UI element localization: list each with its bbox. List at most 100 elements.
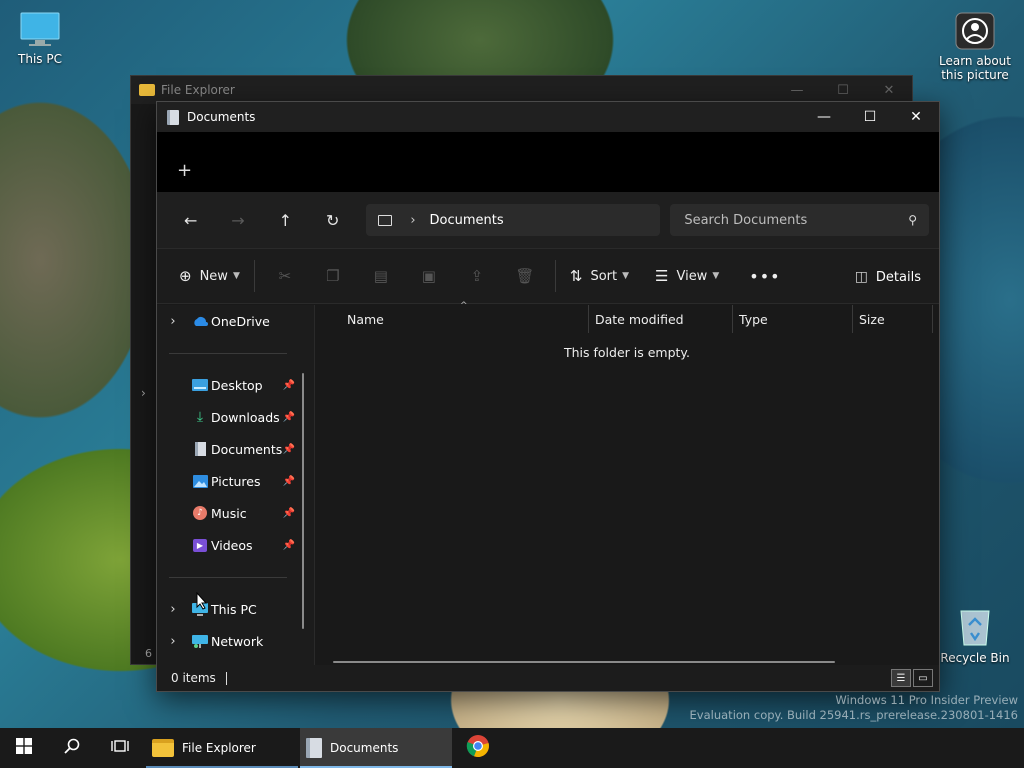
navigation-pane[interactable]: › OneDrive Desktop 📌 ⤓ Downloads 📌 Docum… bbox=[157, 305, 315, 667]
nav-scrollbar[interactable] bbox=[302, 373, 304, 629]
task-view-icon bbox=[111, 738, 129, 758]
taskbar-app-label: Documents bbox=[330, 741, 399, 755]
chevron-right-icon[interactable]: › bbox=[157, 634, 189, 649]
nav-divider bbox=[169, 577, 287, 578]
window-title: Documents bbox=[187, 110, 256, 124]
cloud-icon bbox=[189, 316, 211, 326]
column-header-name[interactable]: Name bbox=[341, 305, 589, 333]
minimize-button[interactable]: — bbox=[801, 102, 847, 132]
forward-button[interactable]: → bbox=[214, 200, 261, 240]
rename-button[interactable]: ▣ bbox=[405, 258, 453, 294]
column-label: Size bbox=[859, 311, 885, 327]
ellipsis-icon: ••• bbox=[749, 266, 781, 286]
clipboard-icon: ▤ bbox=[373, 267, 388, 285]
up-button[interactable]: ↑ bbox=[262, 200, 309, 240]
desktop-icon-label: Recycle Bin bbox=[940, 651, 1010, 665]
close-button[interactable]: ✕ bbox=[866, 83, 912, 98]
breadcrumb-documents[interactable]: Documents bbox=[430, 213, 504, 228]
pictures-icon bbox=[189, 474, 211, 488]
tiles-view-icon: ▭ bbox=[918, 672, 928, 684]
explorer-body: › OneDrive Desktop 📌 ⤓ Downloads 📌 Docum… bbox=[157, 301, 939, 667]
nav-item-onedrive[interactable]: › OneDrive bbox=[157, 307, 305, 335]
address-bar[interactable]: › Documents bbox=[366, 204, 661, 236]
column-header-date-modified[interactable]: Date modified bbox=[589, 305, 733, 333]
horizontal-scrollbar[interactable] bbox=[333, 661, 835, 663]
build-watermark: Windows 11 Pro Insider Preview Evaluatio… bbox=[690, 693, 1018, 723]
folder-icon bbox=[139, 84, 155, 96]
paste-button[interactable]: ▤ bbox=[357, 258, 405, 294]
view-label: View bbox=[676, 268, 708, 284]
nav-item-downloads[interactable]: ⤓ Downloads 📌 bbox=[157, 403, 305, 431]
document-icon bbox=[189, 442, 211, 456]
recycle-bin-icon bbox=[955, 605, 995, 647]
trash-icon: 🗑 bbox=[515, 267, 535, 285]
pin-icon: 📌 bbox=[282, 411, 295, 423]
nav-item-network[interactable]: › Network bbox=[157, 627, 305, 655]
task-view-button[interactable] bbox=[96, 728, 144, 768]
copy-button[interactable]: ❐ bbox=[309, 258, 357, 294]
nav-item-desktop[interactable]: Desktop 📌 bbox=[157, 371, 305, 399]
new-button[interactable]: ⊕ New ▼ bbox=[171, 258, 248, 294]
nav-item-documents[interactable]: Documents 📌 bbox=[157, 435, 305, 463]
cut-button[interactable]: ✂ bbox=[261, 258, 309, 294]
chevron-down-icon: ▼ bbox=[232, 271, 240, 281]
nav-item-pictures[interactable]: Pictures 📌 bbox=[157, 467, 305, 495]
pin-icon: 📌 bbox=[282, 507, 295, 519]
documents-window[interactable]: Documents — ☐ ✕ + ← → ↑ ↻ › Documents Se… bbox=[156, 101, 940, 692]
chevron-right-icon: › bbox=[410, 212, 416, 228]
file-list[interactable]: ^ Name Date modified Type Size This fold… bbox=[315, 301, 939, 667]
nav-divider bbox=[169, 353, 287, 354]
arrow-left-icon: ← bbox=[183, 210, 198, 230]
more-options-button[interactable]: ••• bbox=[741, 258, 788, 294]
desktop-icon-this-pc[interactable]: This PC bbox=[2, 12, 78, 66]
column-label: Date modified bbox=[595, 311, 684, 327]
tab-strip: + bbox=[157, 132, 939, 192]
details-pane-button[interactable]: ◫ Details bbox=[855, 259, 921, 295]
item-count: 0 items bbox=[171, 671, 216, 685]
videos-icon: ▶ bbox=[189, 538, 211, 552]
column-headers: ^ Name Date modified Type Size bbox=[315, 301, 939, 333]
download-arrow-icon: ⤓ bbox=[196, 409, 204, 425]
taskbar-app-documents[interactable]: Documents bbox=[300, 728, 452, 768]
taskbar-app-file-explorer[interactable]: File Explorer bbox=[146, 728, 298, 768]
details-view-button[interactable]: ☰ bbox=[891, 669, 911, 687]
pin-icon: 📌 bbox=[282, 379, 295, 391]
maximize-button[interactable]: ☐ bbox=[820, 83, 866, 98]
share-button[interactable]: ⇪ bbox=[453, 258, 501, 294]
music-icon: ♪ bbox=[189, 506, 211, 520]
refresh-button[interactable]: ↻ bbox=[309, 200, 356, 240]
chevron-right-icon[interactable]: › bbox=[157, 602, 189, 617]
search-button[interactable] bbox=[48, 728, 96, 768]
search-input[interactable]: Search Documents ⚲ bbox=[670, 204, 929, 236]
taskbar-app-chrome[interactable] bbox=[454, 728, 502, 768]
chrome-icon bbox=[466, 734, 490, 762]
nav-label: Desktop bbox=[211, 377, 263, 393]
share-icon: ⇪ bbox=[470, 267, 484, 285]
view-button[interactable]: ☰ View ▼ bbox=[647, 258, 727, 294]
close-button[interactable]: ✕ bbox=[893, 102, 939, 132]
back-button[interactable]: ← bbox=[167, 200, 214, 240]
maximize-button[interactable]: ☐ bbox=[847, 102, 893, 132]
scissors-icon: ✂ bbox=[278, 267, 292, 285]
desktop-icon-recycle-bin[interactable]: Recycle Bin bbox=[937, 605, 1013, 665]
delete-button[interactable]: 🗑 bbox=[501, 258, 549, 294]
sort-button[interactable]: ⇅ Sort ▼ bbox=[562, 258, 637, 294]
nav-label: Pictures bbox=[211, 473, 261, 489]
chevron-right-icon[interactable]: › bbox=[157, 314, 189, 329]
windows-logo-icon bbox=[16, 738, 32, 758]
back-window-titlebar[interactable]: File Explorer — ☐ ✕ bbox=[131, 76, 912, 104]
nav-item-videos[interactable]: ▶ Videos 📌 bbox=[157, 531, 305, 559]
desktop-icon-learn-picture[interactable]: Learn about this picture bbox=[937, 12, 1013, 82]
new-tab-button[interactable]: + bbox=[177, 160, 192, 181]
start-button[interactable] bbox=[0, 728, 48, 768]
tiles-view-button[interactable]: ▭ bbox=[913, 669, 933, 687]
nav-item-music[interactable]: ♪ Music 📌 bbox=[157, 499, 305, 527]
nav-item-this-pc[interactable]: › This PC bbox=[157, 595, 305, 623]
minimize-button[interactable]: — bbox=[774, 83, 820, 98]
column-header-size[interactable]: Size bbox=[853, 305, 933, 333]
plus-icon: + bbox=[177, 160, 193, 181]
window-titlebar[interactable]: Documents — ☐ ✕ bbox=[157, 102, 939, 132]
taskbar-app-label: File Explorer bbox=[182, 741, 256, 755]
column-header-type[interactable]: Type bbox=[733, 305, 853, 333]
new-label: New bbox=[199, 268, 228, 284]
